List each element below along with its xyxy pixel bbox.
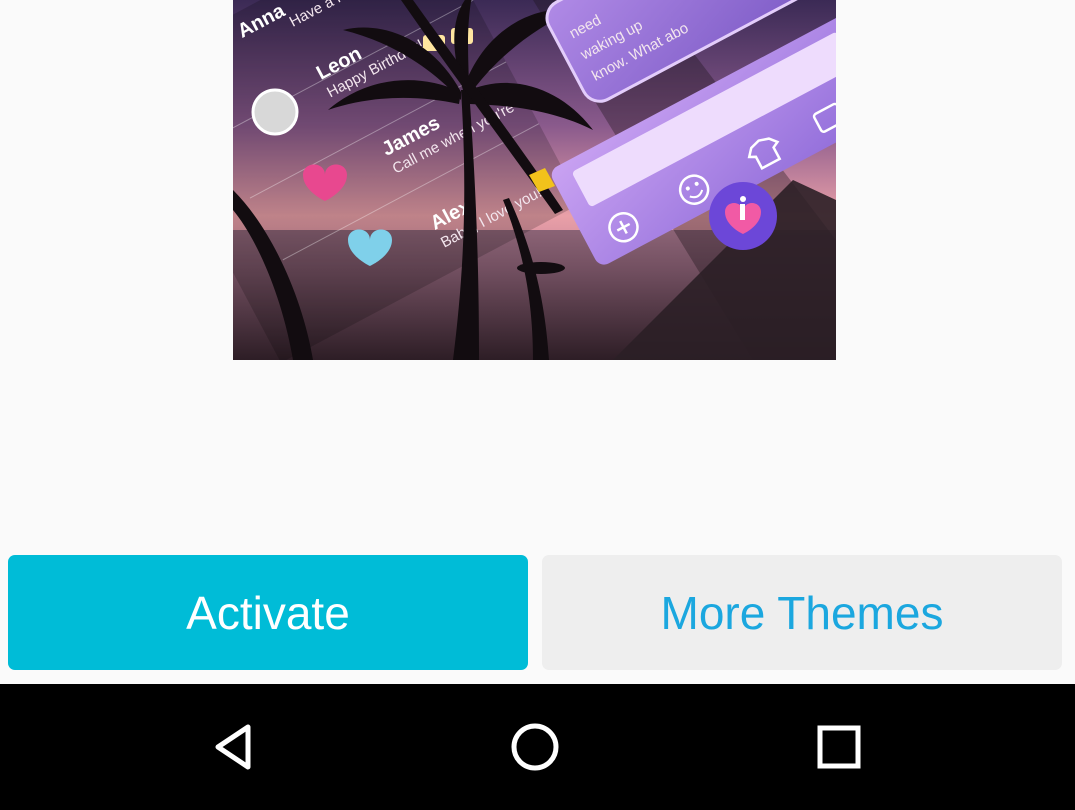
theme-detail-screen: Anna Have a nice Leon Happy Birthday! Ja… <box>0 0 1075 810</box>
activate-button[interactable]: Activate <box>8 555 528 670</box>
more-themes-button[interactable]: More Themes <box>542 555 1062 670</box>
back-triangle-icon <box>215 724 251 770</box>
recents-button[interactable] <box>804 714 874 780</box>
home-circle-icon <box>511 723 559 771</box>
action-buttons: Activate More Themes <box>0 555 1075 670</box>
boat <box>517 262 565 274</box>
theme-preview-image: Anna Have a nice Leon Happy Birthday! Ja… <box>233 0 836 360</box>
home-button[interactable] <box>500 714 570 780</box>
back-button[interactable] <box>199 714 269 780</box>
avatar <box>251 88 299 136</box>
theme-preview-art: Anna Have a nice Leon Happy Birthday! Ja… <box>233 0 836 360</box>
recents-square-icon <box>817 725 861 769</box>
system-navigation-bar <box>0 684 1075 810</box>
